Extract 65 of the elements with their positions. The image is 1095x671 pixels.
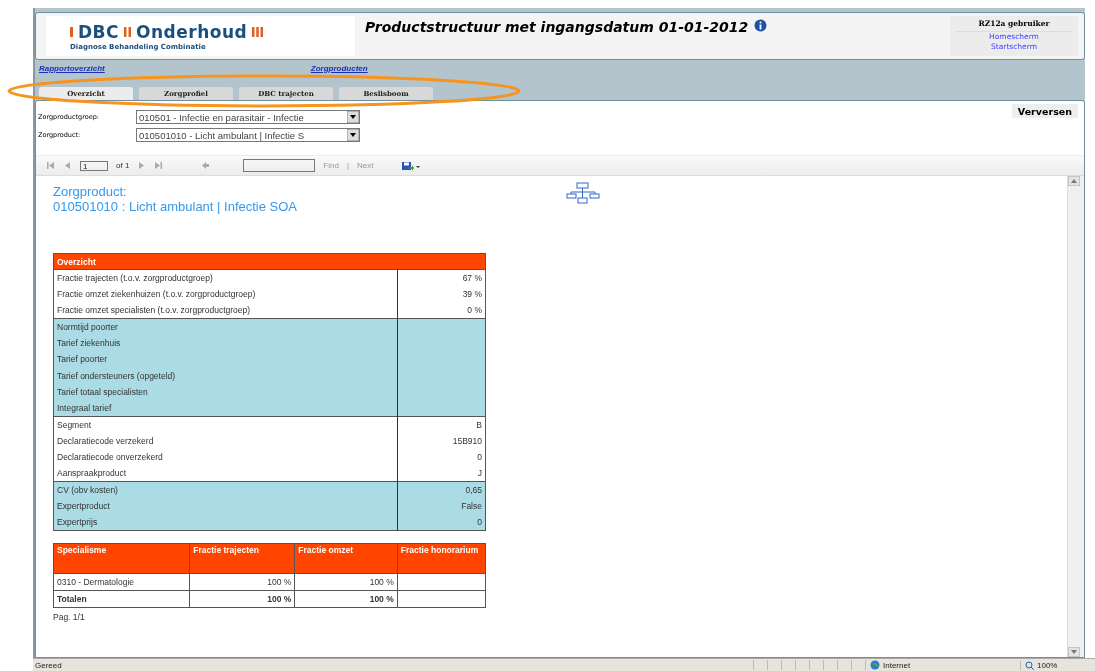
table-cell: 67 % bbox=[397, 269, 486, 287]
first-page-icon[interactable] bbox=[46, 161, 55, 170]
table-cell: Aanspraakproduct bbox=[53, 465, 398, 482]
dropdown-arrow-icon[interactable] bbox=[347, 129, 359, 141]
page-count: of 1 bbox=[116, 161, 130, 170]
table-cell: 0 bbox=[397, 514, 486, 531]
scroll-up-icon[interactable] bbox=[1068, 176, 1080, 186]
scroll-down-icon[interactable] bbox=[1068, 647, 1080, 657]
page-footer: Pag. 1/1 bbox=[53, 612, 1067, 623]
table-cell: 0310 - Dermatologie bbox=[53, 573, 190, 591]
table-cell: Declaratiecode onverzekerd bbox=[53, 449, 398, 466]
table-cell: Tarief poorter bbox=[53, 351, 398, 368]
report-heading: Zorgproduct: bbox=[53, 184, 127, 199]
table-cell: Segment bbox=[53, 416, 398, 433]
next-page-icon[interactable] bbox=[137, 161, 147, 170]
dropdown-arrow-icon[interactable] bbox=[347, 111, 359, 123]
table-cell: 0 bbox=[397, 449, 486, 466]
table-cell: 100 % bbox=[189, 573, 295, 591]
bars-icon bbox=[252, 26, 264, 37]
table-cell: Fractie trajecten (t.o.v. zorgproductgroep) bbox=[53, 269, 398, 287]
breadcrumb-link[interactable]: Rapportoverzicht bbox=[39, 64, 105, 80]
column-header: Fractie omzet bbox=[294, 543, 398, 574]
logo-text: DBC bbox=[78, 21, 120, 42]
zoom-level[interactable]: 100% bbox=[1037, 660, 1058, 670]
save-dropdown-icon[interactable] bbox=[401, 160, 422, 171]
dropdown[interactable]: 010501 - Infectie en parasitair - Infectie bbox=[136, 110, 360, 124]
table-cell: B bbox=[397, 416, 486, 433]
refresh-button[interactable]: Verversen bbox=[1011, 104, 1078, 118]
table-cell: 0 % bbox=[397, 302, 486, 319]
table-cell: Totalen bbox=[53, 590, 190, 608]
info-icon[interactable] bbox=[754, 19, 768, 32]
table-cell: 15B910 bbox=[397, 432, 486, 450]
table-cell: Integraal tarief bbox=[53, 400, 398, 417]
column-header: Fractie trajecten bbox=[189, 543, 295, 574]
table-cell: 100 % bbox=[294, 573, 398, 591]
table-cell: Fractie omzet ziekenhuizen (t.o.v. zorgproductgroep) bbox=[53, 286, 398, 303]
back-arrow-icon[interactable] bbox=[201, 161, 211, 170]
table-cell: Expertprijs bbox=[53, 514, 398, 531]
logo-text: Onderhoud bbox=[136, 21, 248, 42]
last-page-icon[interactable] bbox=[154, 161, 164, 170]
page-title: Productstructuur met ingangsdatum 01-01-2012 bbox=[365, 19, 749, 35]
find-field[interactable] bbox=[243, 159, 316, 172]
table-cell: 100 % bbox=[294, 590, 398, 608]
zoom-icon bbox=[1025, 660, 1034, 670]
page-number-field[interactable]: 1 bbox=[80, 160, 108, 171]
dropdown[interactable]: 010501010 - Licht ambulant | Infectie S bbox=[136, 128, 360, 142]
bar-icon bbox=[70, 26, 73, 37]
table-cell: 100 % bbox=[189, 590, 295, 608]
separator: | bbox=[346, 161, 349, 170]
globe-icon bbox=[870, 660, 880, 670]
status-text: Gereed bbox=[34, 660, 63, 670]
bars-icon bbox=[124, 26, 132, 37]
table-cell: Declaratiecode verzekerd bbox=[53, 432, 398, 450]
scrollbar[interactable] bbox=[1067, 176, 1084, 657]
table-cell: Fractie omzet specialisten (t.o.v. zorgproductgroep) bbox=[53, 302, 398, 319]
table-cell: J bbox=[397, 465, 486, 482]
report-heading: 010501010 : Licht ambulant | Infectie SOA bbox=[53, 199, 298, 214]
breadcrumb-link[interactable]: Zorgproducten bbox=[310, 64, 368, 80]
table-cell: 39 % bbox=[397, 286, 486, 303]
previous-page-icon[interactable] bbox=[63, 161, 72, 170]
column-header: Fractie honorarium bbox=[397, 543, 486, 574]
column-header: Specialisme bbox=[53, 543, 190, 574]
table-header: Overzicht bbox=[53, 253, 486, 270]
security-zone: Internet bbox=[883, 660, 911, 670]
hierarchy-icon[interactable] bbox=[566, 182, 600, 204]
